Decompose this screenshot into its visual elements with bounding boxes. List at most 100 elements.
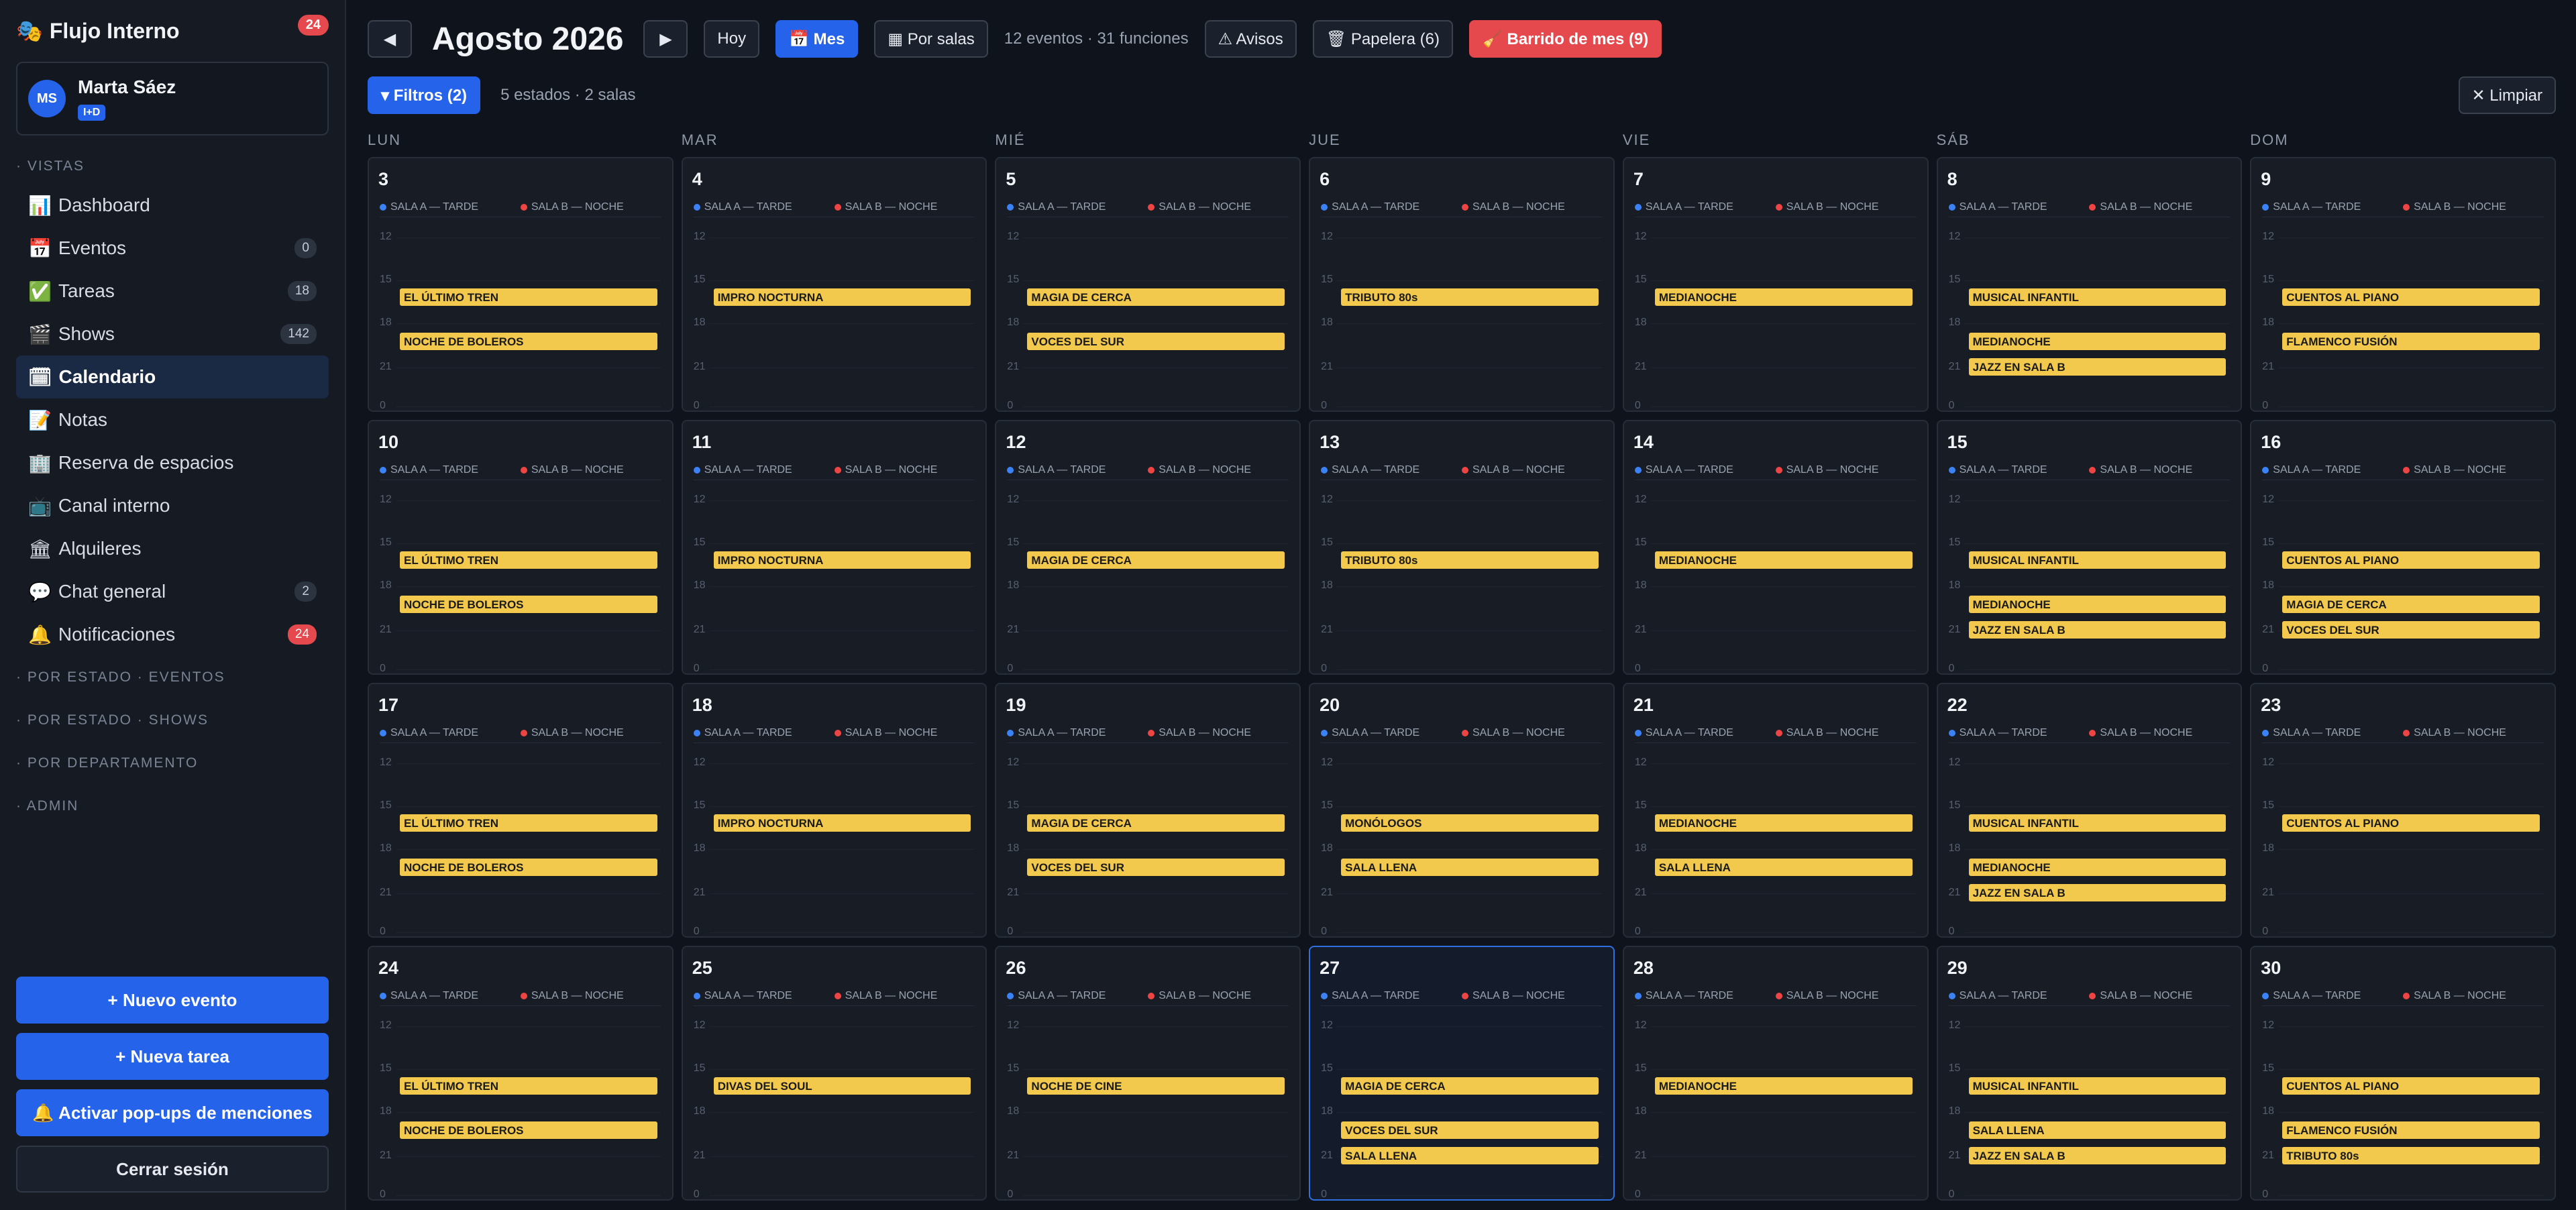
event-block[interactable]: MAGIA DE CERCA (1341, 1077, 1599, 1095)
event-block[interactable]: MEDIANOCHE (1654, 551, 1913, 569)
day-cell[interactable]: 3 SALA A — TARDE SALA B — NOCHE 12 15 18 21… (368, 157, 674, 412)
day-cell[interactable]: 17 SALA A — TARDE SALA B — NOCHE 12 15 18 2… (368, 683, 674, 938)
event-block[interactable]: MEDIANOCHE (1654, 1077, 1913, 1095)
day-cell[interactable]: 24 SALA A — TARDE SALA B — NOCHE 12 15 18 2… (368, 946, 674, 1201)
sidebar-item-shows[interactable]: 🎬 Shows 142 (16, 313, 329, 355)
clear-filters-button[interactable]: ✕ Limpiar (2458, 76, 2556, 114)
event-block[interactable]: TRIBUTO 80s (1341, 288, 1599, 306)
event-block[interactable]: JAZZ EN SALA B (1968, 621, 2226, 639)
day-cell[interactable]: 16 SALA A — TARDE SALA B — NOCHE 12 15 18 2… (2250, 420, 2556, 675)
sidebar-group[interactable]: · POR DEPARTAMENTO (16, 742, 329, 785)
event-block[interactable]: IMPRO NOCTURNA (713, 814, 971, 832)
event-block[interactable]: DIVAS DEL SOUL (713, 1077, 971, 1095)
day-cell[interactable]: 25 SALA A — TARDE SALA B — NOCHE 12 15 18 2… (681, 946, 987, 1201)
enable-mention-popups-button[interactable]: 🔔 Activar pop-ups de menciones (16, 1089, 329, 1136)
today-button[interactable]: Hoy (704, 20, 760, 58)
event-block[interactable]: MONÓLOGOS (1341, 814, 1599, 832)
day-cell[interactable]: 14 SALA A — TARDE SALA B — NOCHE 12 15 18 2… (1622, 420, 1929, 675)
day-cell[interactable]: 19 SALA A — TARDE SALA B — NOCHE 12 15 18 2… (995, 683, 1301, 938)
day-cell[interactable]: 21 SALA A — TARDE SALA B — NOCHE 12 15 18 2… (1622, 683, 1929, 938)
day-cell[interactable]: 30 SALA A — TARDE SALA B — NOCHE 12 15 18 2… (2250, 946, 2556, 1201)
sidebar-item-notas[interactable]: 📝 Notas (16, 398, 329, 441)
event-block[interactable]: EL ÚLTIMO TREN (400, 551, 657, 569)
sidebar-item-alquileres[interactable]: 🏛 Alquileres (16, 527, 329, 570)
event-block[interactable]: CUENTOS AL PIANO (2282, 1077, 2540, 1095)
event-block[interactable]: JAZZ EN SALA B (1968, 358, 2226, 376)
event-block[interactable]: SALA LLENA (1654, 859, 1913, 876)
day-cell[interactable]: 22 SALA A — TARDE SALA B — NOCHE 12 15 18 2… (1936, 683, 2243, 938)
event-block[interactable]: SALA LLENA (1341, 1147, 1599, 1164)
day-cell[interactable]: 5 SALA A — TARDE SALA B — NOCHE 12 15 18 21… (995, 157, 1301, 412)
sidebar-item-tareas[interactable]: ✅ Tareas 18 (16, 270, 329, 313)
day-cell[interactable]: 7 SALA A — TARDE SALA B — NOCHE 12 15 18 21… (1622, 157, 1929, 412)
event-block[interactable]: VOCES DEL SUR (1341, 1121, 1599, 1139)
event-block[interactable]: TRIBUTO 80s (2282, 1147, 2540, 1164)
new-task-button[interactable]: + Nueva tarea (16, 1033, 329, 1080)
day-cell[interactable]: 20 SALA A — TARDE SALA B — NOCHE 12 15 18 2… (1309, 683, 1615, 938)
day-cell[interactable]: 9 SALA A — TARDE SALA B — NOCHE 12 15 18 21… (2250, 157, 2556, 412)
day-cell[interactable]: 27 SALA A — TARDE SALA B — NOCHE 12 15 18 2… (1309, 946, 1615, 1201)
event-block[interactable]: NOCHE DE CINE (1027, 1077, 1285, 1095)
new-event-button[interactable]: + Nuevo evento (16, 977, 329, 1024)
sidebar-item-eventos[interactable]: 📅 Eventos 0 (16, 227, 329, 270)
brand[interactable]: 🎭 Flujo Interno 24 (16, 0, 329, 62)
event-block[interactable]: VOCES DEL SUR (2282, 621, 2540, 639)
event-block[interactable]: MEDIANOCHE (1654, 288, 1913, 306)
sidebar-item-canal-interno[interactable]: 📺 Canal interno (16, 484, 329, 527)
event-block[interactable]: MEDIANOCHE (1654, 814, 1913, 832)
event-block[interactable]: VOCES DEL SUR (1027, 859, 1285, 876)
event-block[interactable]: MAGIA DE CERCA (1027, 288, 1285, 306)
event-block[interactable]: CUENTOS AL PIANO (2282, 814, 2540, 832)
sidebar-group[interactable]: · POR ESTADO · SHOWS (16, 699, 329, 742)
rooms-view-button[interactable]: ▦ Por salas (874, 20, 988, 58)
event-block[interactable]: NOCHE DE BOLEROS (400, 859, 657, 876)
event-block[interactable]: EL ÚLTIMO TREN (400, 814, 657, 832)
event-block[interactable]: MAGIA DE CERCA (1027, 814, 1285, 832)
sidebar-item-notificaciones[interactable]: 🔔 Notificaciones 24 (16, 613, 329, 656)
event-block[interactable]: FLAMENCO FUSIÓN (2282, 1121, 2540, 1139)
day-cell[interactable]: 23 SALA A — TARDE SALA B — NOCHE 12 15 18 2… (2250, 683, 2556, 938)
event-block[interactable]: NOCHE DE BOLEROS (400, 1121, 657, 1139)
event-block[interactable]: MEDIANOCHE (1968, 859, 2226, 876)
event-block[interactable]: NOCHE DE BOLEROS (400, 596, 657, 613)
day-cell[interactable]: 10 SALA A — TARDE SALA B — NOCHE 12 15 18 2… (368, 420, 674, 675)
day-cell[interactable]: 29 SALA A — TARDE SALA B — NOCHE 12 15 18 2… (1936, 946, 2243, 1201)
sidebar-item-chat-general[interactable]: 💬 Chat general 2 (16, 570, 329, 613)
day-cell[interactable]: 15 SALA A — TARDE SALA B — NOCHE 12 15 18 2… (1936, 420, 2243, 675)
event-block[interactable]: MAGIA DE CERCA (2282, 596, 2540, 613)
event-block[interactable]: IMPRO NOCTURNA (713, 551, 971, 569)
logout-button[interactable]: Cerrar sesión (16, 1146, 329, 1193)
event-block[interactable]: MEDIANOCHE (1968, 596, 2226, 613)
sidebar-group[interactable]: · ADMIN (16, 785, 329, 828)
event-block[interactable]: JAZZ EN SALA B (1968, 884, 2226, 901)
day-cell[interactable]: 11 SALA A — TARDE SALA B — NOCHE 12 15 18 2… (681, 420, 987, 675)
sidebar-group[interactable]: · POR ESTADO · EVENTOS (16, 656, 329, 699)
event-block[interactable]: IMPRO NOCTURNA (713, 288, 971, 306)
event-block[interactable]: EL ÚLTIMO TREN (400, 288, 657, 306)
event-block[interactable]: VOCES DEL SUR (1027, 333, 1285, 350)
sidebar-item-dashboard[interactable]: 📊 Dashboard (16, 184, 329, 227)
event-block[interactable]: TRIBUTO 80s (1341, 551, 1599, 569)
event-block[interactable]: MEDIANOCHE (1968, 333, 2226, 350)
filters-button[interactable]: ▾ Filtros (2) (368, 76, 481, 114)
day-cell[interactable]: 26 SALA A — TARDE SALA B — NOCHE 12 15 18 2… (995, 946, 1301, 1201)
trash-button[interactable]: 🗑 Papelera (6) (1312, 20, 1453, 58)
event-block[interactable]: FLAMENCO FUSIÓN (2282, 333, 2540, 350)
notification-badge[interactable]: 24 (297, 15, 329, 36)
event-block[interactable]: CUENTOS AL PIANO (2282, 288, 2540, 306)
event-block[interactable]: SALA LLENA (1341, 859, 1599, 876)
event-block[interactable]: MUSICAL INFANTIL (1968, 551, 2226, 569)
month-sweep-button[interactable]: 🧹 Barrido de mes (9) (1468, 20, 1662, 58)
sidebar-item-calendario[interactable]: 🗓 Calendario (16, 355, 329, 398)
event-block[interactable]: EL ÚLTIMO TREN (400, 1077, 657, 1095)
day-cell[interactable]: 28 SALA A — TARDE SALA B — NOCHE 12 15 18 2… (1622, 946, 1929, 1201)
event-block[interactable]: MUSICAL INFANTIL (1968, 814, 2226, 832)
event-block[interactable]: SALA LLENA (1968, 1121, 2226, 1139)
day-cell[interactable]: 12 SALA A — TARDE SALA B — NOCHE 12 15 18 2… (995, 420, 1301, 675)
day-cell[interactable]: 4 SALA A — TARDE SALA B — NOCHE 12 15 18 21… (681, 157, 987, 412)
user-card[interactable]: MS Marta Sáez I+D (16, 62, 329, 135)
event-block[interactable]: JAZZ EN SALA B (1968, 1147, 2226, 1164)
sidebar-item-reserva-de-espacios[interactable]: 🏢 Reserva de espacios (16, 441, 329, 484)
event-block[interactable]: MUSICAL INFANTIL (1968, 1077, 2226, 1095)
alerts-button[interactable]: ⚠ Avisos (1204, 20, 1297, 58)
